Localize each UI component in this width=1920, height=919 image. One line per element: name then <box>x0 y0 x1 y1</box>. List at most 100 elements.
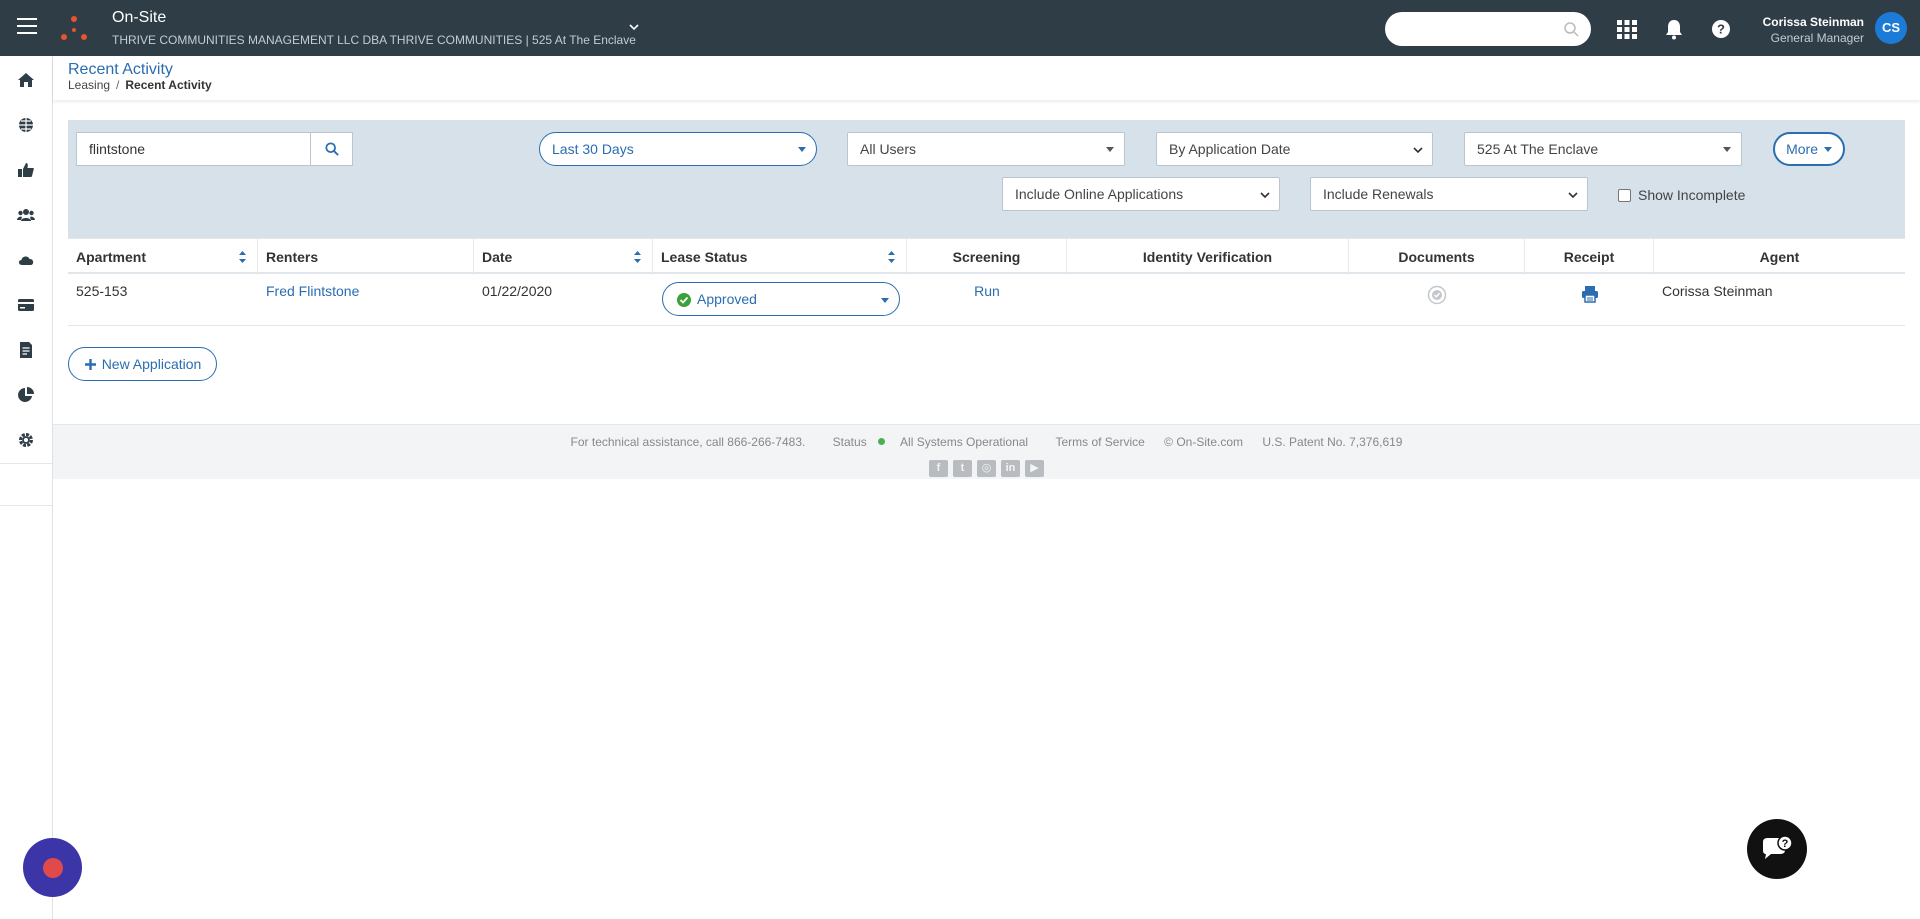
avatar[interactable]: CS <box>1875 12 1907 44</box>
renewals-value: Include Renewals <box>1323 186 1434 202</box>
user-name[interactable]: Corissa Steinman <box>1763 15 1864 29</box>
globe-icon <box>19 117 33 132</box>
more-button[interactable]: More <box>1773 132 1845 166</box>
thumbs-up-icon <box>18 162 34 177</box>
apps-grid-icon[interactable] <box>1616 18 1638 40</box>
sidebar-divider <box>0 505 52 506</box>
online-applications-select[interactable]: Include Online Applications <box>1002 177 1280 211</box>
lease-status-select[interactable]: Approved <box>662 282 900 316</box>
page-header: Recent Activity Leasing / Recent Activity <box>53 56 1920 100</box>
column-header-screening: Screening <box>907 239 1067 275</box>
sidebar-item-payments[interactable] <box>0 282 52 327</box>
logo-icon[interactable] <box>58 13 90 43</box>
company-name: THRIVE COMMUNITIES MANAGEMENT LLC DBA TH… <box>112 33 636 47</box>
chevron-down-icon <box>1260 192 1270 199</box>
breadcrumb-separator: / <box>116 78 120 92</box>
sidebar-item-documents[interactable] <box>0 327 52 372</box>
renter-search-input[interactable]: flintstone <box>76 132 312 166</box>
column-header-label: Screening <box>952 249 1021 265</box>
screening-run-link[interactable]: Run <box>907 274 1067 308</box>
sidebar-item-home[interactable] <box>0 57 52 102</box>
facebook-icon[interactable]: f <box>929 460 948 477</box>
menu-icon[interactable] <box>17 18 37 36</box>
breadcrumb-leasing[interactable]: Leasing <box>68 78 110 92</box>
sidebar-item-reports[interactable] <box>0 372 52 417</box>
sidebar-item-settings[interactable] <box>0 417 52 462</box>
status-text: All Systems Operational <box>900 435 1029 449</box>
column-header-label: Agent <box>1759 249 1800 265</box>
table-row: 525-153 Fred Flintstone 01/22/2020 Appro… <box>68 274 1905 326</box>
renewals-select[interactable]: Include Renewals <box>1310 177 1588 211</box>
property-value: 525 At The Enclave <box>1477 141 1599 157</box>
applications-table: Apartment Renters Date Lease Status Scre… <box>68 238 1905 326</box>
chevron-down-icon <box>1568 192 1578 199</box>
table-header: Apartment Renters Date Lease Status Scre… <box>68 238 1905 275</box>
new-application-button[interactable]: New Application <box>68 347 217 381</box>
cell-identity-verification <box>1067 274 1349 292</box>
search-input[interactable] <box>1385 12 1555 46</box>
renter-link[interactable]: Fred Flintstone <box>258 274 367 308</box>
social-links: f t ◎ in ▶ <box>929 460 1044 477</box>
lease-status-value: Approved <box>697 291 757 307</box>
show-incomplete-toggle[interactable]: Show Incomplete <box>1618 187 1745 203</box>
sidebar-item-residents[interactable] <box>0 192 52 237</box>
status-dot-icon <box>877 438 885 445</box>
breadcrumb: Leasing / Recent Activity <box>68 78 212 92</box>
help-chat-button[interactable]: ? <box>1747 819 1807 879</box>
show-incomplete-checkbox[interactable] <box>1618 188 1631 202</box>
patent-text: U.S. Patent No. 7,376,619 <box>1262 435 1403 449</box>
twitter-icon[interactable]: t <box>953 460 972 477</box>
search-icon <box>324 142 339 156</box>
column-header-label: Lease Status <box>661 249 748 265</box>
column-header-apartment[interactable]: Apartment <box>68 239 258 275</box>
online-applications-value: Include Online Applications <box>1015 186 1184 202</box>
copyright-text: © On-Site.com <box>1164 435 1244 449</box>
chevron-down-icon <box>1413 147 1423 154</box>
column-header-label: Identity Verification <box>1142 249 1273 265</box>
show-incomplete-label: Show Incomplete <box>1638 187 1746 203</box>
terms-link[interactable]: Terms of Service <box>1055 435 1144 449</box>
bell-icon[interactable] <box>1663 18 1685 40</box>
chevron-down-icon[interactable] <box>627 20 641 34</box>
sort-icon <box>239 251 246 263</box>
sidebar-item-leasing[interactable] <box>0 147 52 192</box>
search-button[interactable] <box>310 132 353 166</box>
date-range-value: Last 30 Days <box>552 141 634 157</box>
cloud-icon <box>18 255 34 265</box>
document-icon <box>20 341 32 358</box>
date-range-select[interactable]: Last 30 Days <box>539 132 817 166</box>
footer: For technical assistance, call 866-266-7… <box>53 424 1920 479</box>
record-dot-icon <box>42 857 63 878</box>
help-icon[interactable]: ? <box>1710 18 1732 40</box>
column-header-date[interactable]: Date <box>474 239 653 275</box>
column-header-label: Date <box>482 249 513 265</box>
assistant-launcher-button[interactable] <box>23 838 82 897</box>
gear-icon <box>19 432 33 447</box>
search-icon[interactable] <box>1563 21 1579 37</box>
global-search[interactable] <box>1385 12 1591 46</box>
users-icon <box>17 208 35 221</box>
receipt-cell <box>1525 274 1654 315</box>
column-header-label: Receipt <box>1563 249 1615 265</box>
column-header-lease-status[interactable]: Lease Status <box>653 239 907 275</box>
documents-status-icon[interactable] <box>1427 285 1447 305</box>
users-value: All Users <box>860 141 917 157</box>
sort-by-select[interactable]: By Application Date <box>1156 132 1433 166</box>
users-select[interactable]: All Users <box>847 132 1125 166</box>
column-header-label: Apartment <box>76 249 147 265</box>
support-phone-text: For technical assistance, call 866-266-7… <box>570 435 806 449</box>
instagram-icon[interactable]: ◎ <box>977 460 996 477</box>
sidebar-item-marketing[interactable] <box>0 102 52 147</box>
linkedin-icon[interactable]: in <box>1001 460 1020 477</box>
system-status[interactable]: Status All Systems Operational <box>825 435 1036 449</box>
cell-agent: Corissa Steinman <box>1662 283 1773 299</box>
filter-panel: flintstone Last 30 Days All Users By App… <box>68 120 1905 238</box>
footer-info: For technical assistance, call 866-266-7… <box>53 435 1920 449</box>
property-select[interactable]: 525 At The Enclave <box>1464 132 1742 166</box>
column-header-documents: Documents <box>1349 239 1525 275</box>
column-header-label: Documents <box>1398 249 1475 265</box>
cell-date: 01/22/2020 <box>482 283 553 299</box>
print-icon[interactable] <box>1581 285 1599 303</box>
youtube-icon[interactable]: ▶ <box>1025 460 1044 477</box>
sidebar-item-cloud[interactable] <box>0 237 52 282</box>
